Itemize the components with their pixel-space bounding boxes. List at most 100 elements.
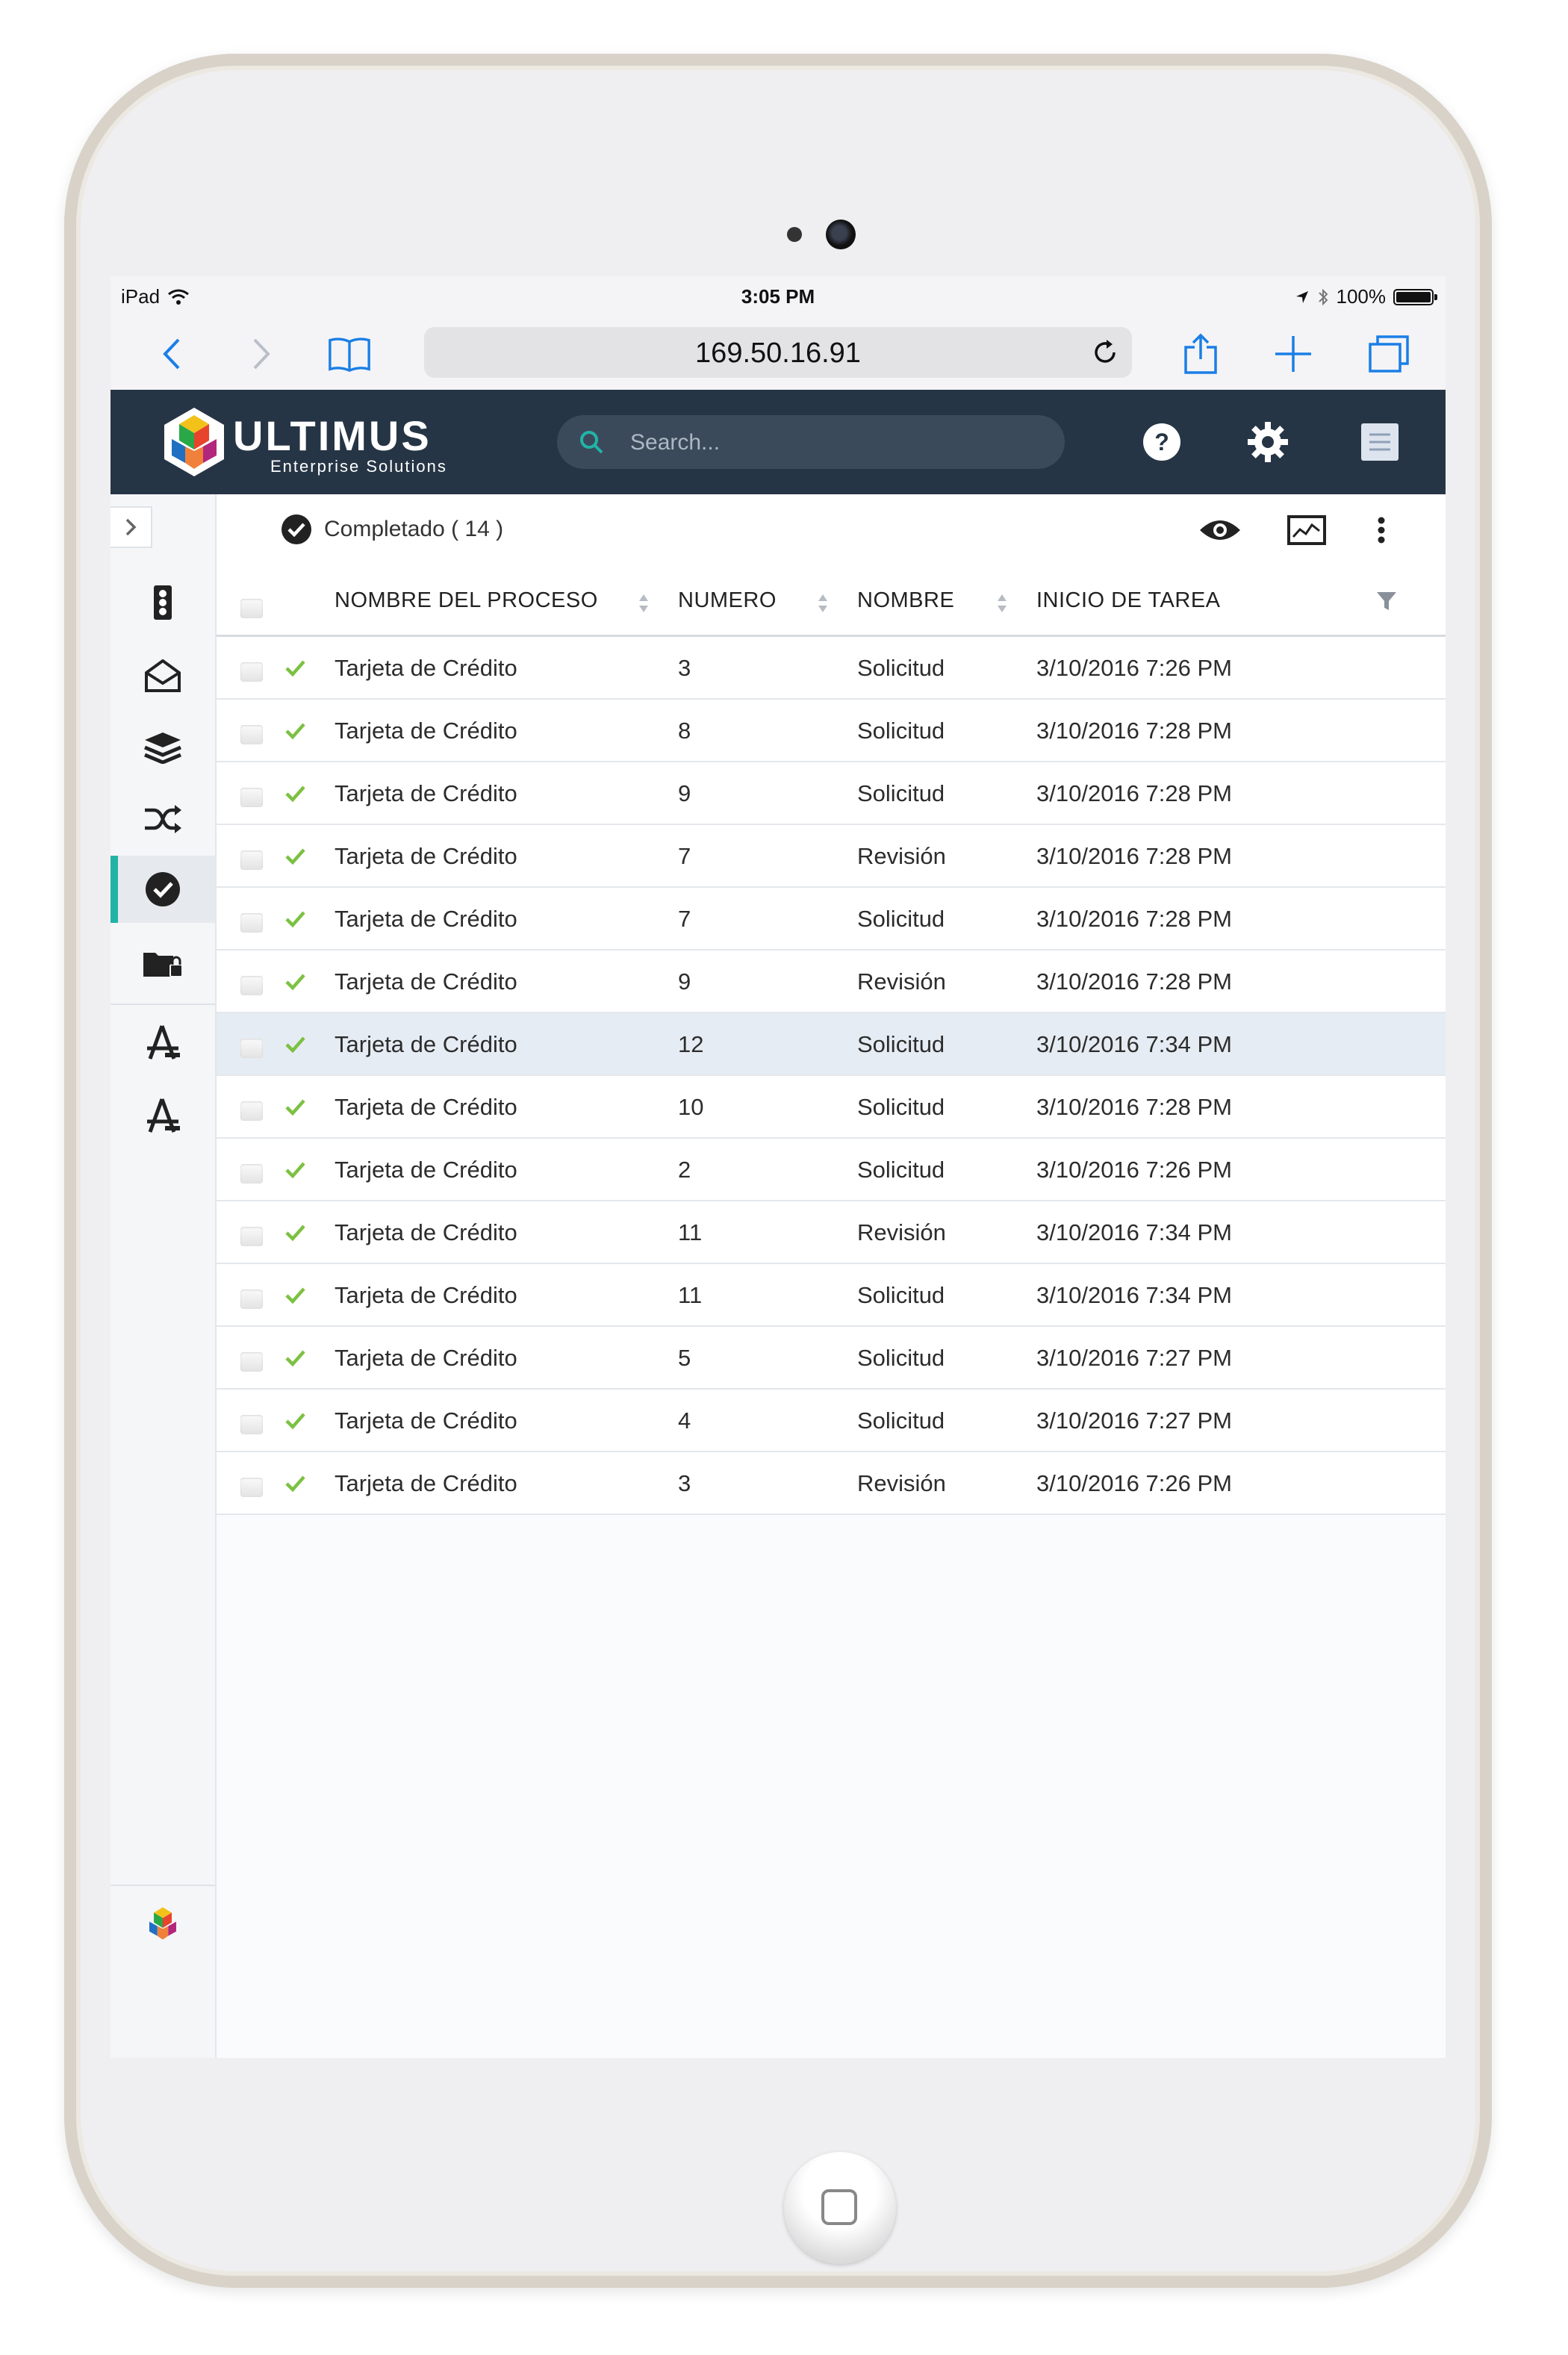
table-row[interactable]: Tarjeta de Crédito 4 Solicitud 3/10/2016 7:… bbox=[217, 1390, 1446, 1452]
row-checkbox[interactable] bbox=[240, 1352, 263, 1372]
table-row[interactable]: Tarjeta de Crédito 8 Solicitud 3/10/2016 7:… bbox=[217, 700, 1446, 762]
row-checkbox[interactable] bbox=[240, 976, 263, 995]
table-row[interactable]: Tarjeta de Crédito 12 Solicitud 3/10/2016 7… bbox=[217, 1013, 1446, 1076]
column-header-start[interactable]: INICIO DE TAREA bbox=[1036, 588, 1221, 613]
row-checkbox[interactable] bbox=[240, 1101, 263, 1121]
column-header-number[interactable]: NUMERO bbox=[678, 588, 777, 613]
sidebar-item-inbox[interactable] bbox=[111, 642, 215, 709]
help-button[interactable]: ? bbox=[1136, 417, 1187, 467]
bookmarks-button[interactable] bbox=[327, 333, 372, 375]
sort-icon[interactable] bbox=[996, 593, 1008, 614]
cell-number: 10 bbox=[678, 1094, 704, 1120]
share-button[interactable] bbox=[1178, 333, 1223, 375]
settings-button[interactable] bbox=[1242, 417, 1293, 467]
gear-icon bbox=[1248, 422, 1288, 462]
sidebar-item-app-2[interactable] bbox=[111, 1083, 215, 1150]
table-row[interactable]: Tarjeta de Crédito 3 Solicitud 3/10/2016 7:… bbox=[217, 637, 1446, 700]
table-body: Tarjeta de Crédito 3 Solicitud 3/10/2016 7:… bbox=[217, 637, 1446, 1515]
cell-number: 5 bbox=[678, 1345, 691, 1371]
chart-button[interactable] bbox=[1284, 512, 1329, 548]
sidebar-item-layers[interactable] bbox=[111, 714, 215, 781]
row-checkbox[interactable] bbox=[240, 662, 263, 682]
table-header: NOMBRE DEL PROCESO NUMERO NOMBRE INICIO … bbox=[217, 566, 1446, 637]
completed-check-icon bbox=[285, 1225, 305, 1242]
ultimus-mark-icon[interactable] bbox=[140, 1901, 185, 1946]
search-box[interactable] bbox=[557, 415, 1065, 470]
completed-check-icon bbox=[285, 911, 305, 928]
table-row[interactable]: Tarjeta de Crédito 3 Revisión 3/10/2016 7:2… bbox=[217, 1452, 1446, 1515]
cell-process: Tarjeta de Crédito bbox=[335, 718, 517, 744]
completed-check-icon bbox=[285, 1287, 305, 1304]
sidebar-item-completed[interactable] bbox=[111, 856, 215, 923]
clock: 3:05 PM bbox=[741, 285, 815, 308]
select-all-checkbox[interactable] bbox=[240, 599, 263, 618]
row-checkbox[interactable] bbox=[240, 1415, 263, 1434]
column-header-process[interactable]: NOMBRE DEL PROCESO bbox=[335, 588, 598, 613]
ultimus-logo-icon bbox=[164, 408, 224, 476]
sort-icon[interactable] bbox=[817, 593, 829, 614]
row-checkbox[interactable] bbox=[240, 1227, 263, 1246]
table-row[interactable]: Tarjeta de Crédito 5 Solicitud 3/10/2016 7:… bbox=[217, 1327, 1446, 1390]
completed-check-icon bbox=[285, 848, 305, 865]
row-checkbox[interactable] bbox=[240, 788, 263, 807]
cell-number: 9 bbox=[678, 968, 691, 995]
cell-number: 9 bbox=[678, 780, 691, 806]
browser-toolbar: 169.50.16.91 bbox=[111, 318, 1446, 390]
row-checkbox[interactable] bbox=[240, 1290, 263, 1309]
sidebar-item-monitor[interactable] bbox=[111, 569, 215, 636]
list-menu-icon bbox=[1361, 423, 1399, 461]
chevron-right-icon bbox=[125, 518, 137, 536]
more-options-button[interactable] bbox=[1359, 512, 1404, 548]
cell-start: 3/10/2016 7:28 PM bbox=[1036, 780, 1232, 806]
traffic-light-icon bbox=[154, 585, 172, 620]
cell-process: Tarjeta de Crédito bbox=[335, 1094, 517, 1120]
row-checkbox[interactable] bbox=[240, 913, 263, 933]
filter-icon[interactable] bbox=[1375, 590, 1398, 612]
row-checkbox[interactable] bbox=[240, 850, 263, 870]
sort-icon[interactable] bbox=[638, 593, 650, 614]
proximity-sensor bbox=[787, 227, 802, 242]
table-row[interactable]: Tarjeta de Crédito 7 Revisión 3/10/2016 7:2… bbox=[217, 825, 1446, 888]
completed-check-icon bbox=[285, 1350, 305, 1367]
cell-start: 3/10/2016 7:28 PM bbox=[1036, 906, 1232, 932]
cell-start: 3/10/2016 7:34 PM bbox=[1036, 1219, 1232, 1245]
row-checkbox[interactable] bbox=[240, 725, 263, 744]
cell-number: 7 bbox=[678, 906, 691, 932]
reload-icon[interactable] bbox=[1089, 336, 1121, 369]
search-icon bbox=[580, 431, 603, 454]
row-checkbox[interactable] bbox=[240, 1164, 263, 1183]
table-row[interactable]: Tarjeta de Crédito 11 Solicitud 3/10/2016 7… bbox=[217, 1264, 1446, 1327]
back-button[interactable] bbox=[149, 333, 194, 375]
column-header-name[interactable]: NOMBRE bbox=[857, 588, 954, 613]
sidebar-item-locked-folder[interactable] bbox=[111, 930, 215, 998]
preview-button[interactable] bbox=[1198, 512, 1242, 548]
sidebar-item-shuffle[interactable] bbox=[111, 785, 215, 853]
cell-process: Tarjeta de Crédito bbox=[335, 655, 517, 681]
table-row[interactable]: Tarjeta de Crédito 9 Revisión 3/10/2016 7:2… bbox=[217, 951, 1446, 1013]
menu-button[interactable] bbox=[1354, 417, 1405, 467]
row-checkbox[interactable] bbox=[240, 1478, 263, 1497]
address-bar[interactable]: 169.50.16.91 bbox=[424, 327, 1132, 378]
table-row[interactable]: Tarjeta de Crédito 7 Solicitud 3/10/2016 7:… bbox=[217, 888, 1446, 951]
camera-icon bbox=[826, 220, 856, 249]
home-button[interactable] bbox=[784, 2152, 896, 2264]
sidebar-toggle[interactable] bbox=[111, 506, 152, 548]
row-checkbox[interactable] bbox=[240, 1039, 263, 1058]
sidebar-item-app-1[interactable] bbox=[111, 1009, 215, 1077]
table-row[interactable]: Tarjeta de Crédito 9 Solicitud 3/10/2016 7:… bbox=[217, 762, 1446, 825]
search-input[interactable] bbox=[629, 415, 1050, 470]
cell-process: Tarjeta de Crédito bbox=[335, 1219, 517, 1245]
chevron-right-icon bbox=[253, 338, 270, 370]
cell-start: 3/10/2016 7:28 PM bbox=[1036, 843, 1232, 869]
cell-number: 2 bbox=[678, 1157, 691, 1183]
forward-button[interactable] bbox=[239, 333, 284, 375]
line-chart-icon bbox=[1287, 515, 1326, 545]
tabs-button[interactable] bbox=[1366, 333, 1411, 375]
cell-name: Solicitud bbox=[857, 1345, 945, 1371]
app-header: ULTIMUS Enterprise Solutions ? bbox=[111, 390, 1446, 494]
table-row[interactable]: Tarjeta de Crédito 11 Revisión 3/10/2016 7:… bbox=[217, 1201, 1446, 1264]
table-row[interactable]: Tarjeta de Crédito 10 Solicitud 3/10/2016 7… bbox=[217, 1076, 1446, 1139]
filter-status: Completado ( 14 ) bbox=[281, 514, 503, 545]
new-tab-button[interactable] bbox=[1271, 333, 1316, 375]
table-row[interactable]: Tarjeta de Crédito 2 Solicitud 3/10/2016 7:… bbox=[217, 1139, 1446, 1201]
